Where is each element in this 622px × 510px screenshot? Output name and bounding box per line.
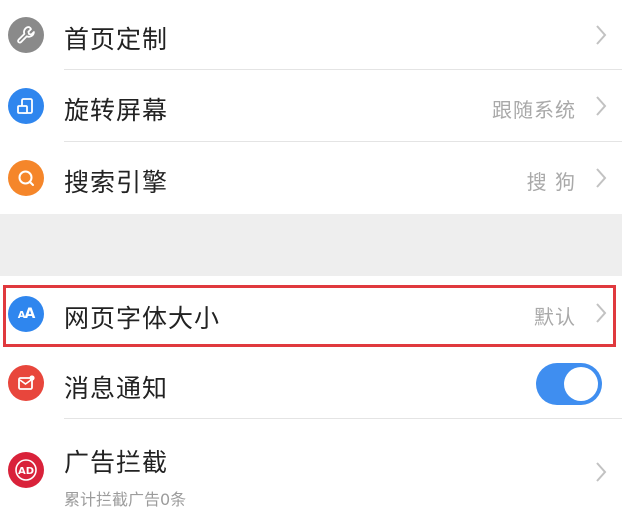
setting-subtitle: 累计拦截广告0条 — [64, 490, 187, 509]
setting-label: 旋转屏幕 — [64, 96, 169, 125]
setting-label: 消息通知 — [64, 374, 169, 403]
setting-label: 网页字体大小 — [64, 304, 221, 333]
svg-text:AD: AD — [18, 466, 34, 477]
chevron-right-icon — [596, 303, 607, 323]
setting-label: 首页定制 — [64, 25, 169, 54]
font-size-icon: AA — [8, 296, 44, 332]
setting-row-homepage-custom[interactable]: 首页定制 — [0, 0, 622, 70]
chevron-right-icon — [596, 96, 607, 116]
setting-row-ad-block[interactable]: AD 广告拦截 累计拦截广告0条 — [0, 419, 622, 509]
ad-block-icon: AD — [8, 452, 44, 488]
wrench-icon — [8, 17, 44, 53]
toggle-knob — [564, 367, 598, 401]
setting-value: 跟随系统 — [492, 98, 576, 122]
setting-row-notifications[interactable]: 消息通知 — [0, 347, 622, 419]
message-icon — [8, 365, 44, 401]
chevron-right-icon — [596, 25, 607, 45]
section-gap — [0, 214, 622, 276]
search-icon — [8, 160, 44, 196]
setting-value: 默认 — [534, 305, 576, 329]
notifications-toggle[interactable] — [536, 363, 602, 405]
chevron-right-icon — [596, 168, 607, 188]
setting-label: 搜索引擎 — [64, 168, 169, 197]
chevron-right-icon — [596, 462, 607, 482]
setting-row-search-engine[interactable]: 搜索引擎 搜 狗 — [0, 142, 622, 214]
setting-row-font-size[interactable]: AA 网页字体大小 默认 — [0, 276, 622, 354]
font-size-icon-text: AA — [17, 306, 36, 322]
setting-label: 广告拦截 — [64, 448, 169, 477]
setting-value: 搜 狗 — [526, 170, 576, 194]
rotate-screen-icon — [8, 88, 44, 124]
setting-row-rotate-screen[interactable]: 旋转屏幕 跟随系统 — [0, 70, 622, 142]
